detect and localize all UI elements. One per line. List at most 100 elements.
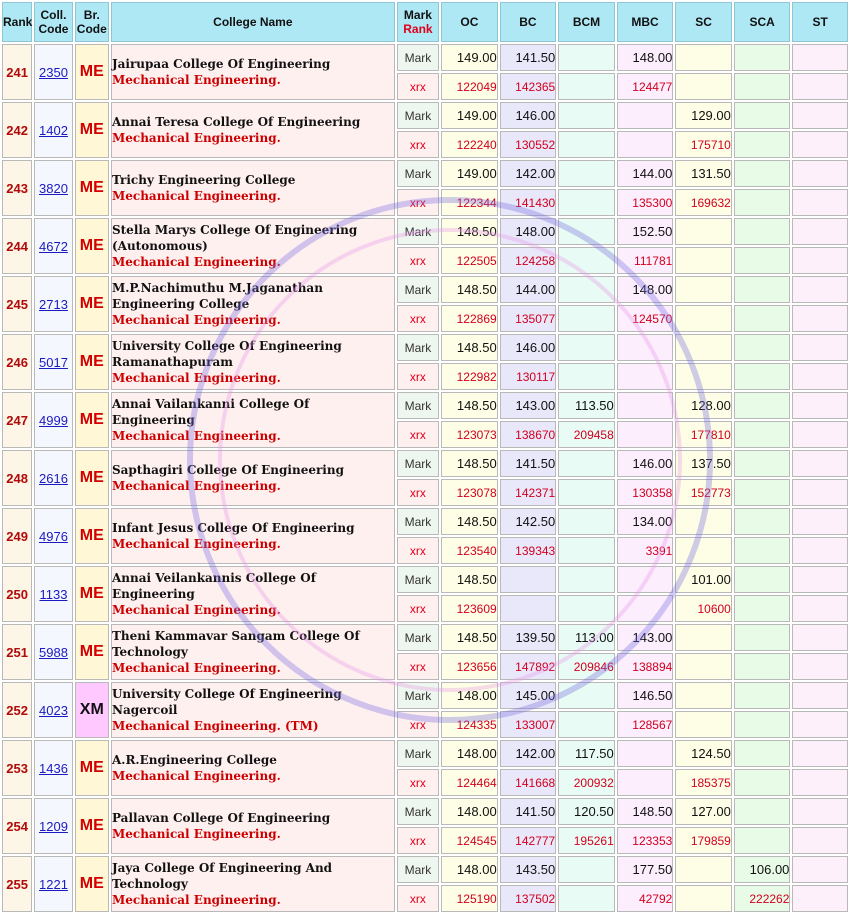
rank-oc: 124464 xyxy=(441,769,498,796)
mark-sc: 131.50 xyxy=(675,160,732,187)
college-code-link[interactable]: 5017 xyxy=(39,355,68,370)
mark-mbc: 148.00 xyxy=(616,44,674,71)
mark-st xyxy=(792,44,848,71)
rank-sc: 169632 xyxy=(675,189,732,216)
mark-oc: 148.50 xyxy=(441,276,498,303)
rank-sc: 152773 xyxy=(675,479,732,506)
mark-bc: 141.50 xyxy=(499,798,557,825)
college-code-cell: 1209 xyxy=(34,798,73,854)
rank-st xyxy=(792,711,848,738)
branch-name: Mechanical Engineering. xyxy=(111,603,281,617)
college-cell: Jaya College Of Engineering And Technolo… xyxy=(110,856,395,912)
table-row: 245 2713 ME M.P.Nachimuthu M.Jaganathan Eng… xyxy=(2,276,848,332)
mark-st xyxy=(792,740,848,767)
branch-code: ME xyxy=(74,566,109,622)
college-cell: Stella Marys College Of Engineering (Aut… xyxy=(110,218,395,274)
rank-sc xyxy=(675,73,732,100)
rank-bcm: 209458 xyxy=(558,421,615,448)
college-code-link[interactable]: 4999 xyxy=(39,413,68,428)
mark-sca xyxy=(733,740,791,767)
row-rank: 243 xyxy=(2,160,33,216)
mark-st xyxy=(792,508,848,535)
college-code-link[interactable]: 1221 xyxy=(39,877,68,892)
mark-sca xyxy=(733,334,791,361)
rank-mbc xyxy=(616,421,674,448)
mark-bc: 148.00 xyxy=(499,218,557,245)
row-label-rank: xrx xyxy=(396,827,440,854)
mark-oc: 149.00 xyxy=(441,160,498,187)
rank-st xyxy=(792,247,848,274)
rank-sca xyxy=(733,247,791,274)
rank-oc: 123656 xyxy=(441,653,498,680)
mark-bcm: 117.50 xyxy=(558,740,615,767)
header-sc: SC xyxy=(675,2,732,42)
row-label-rank: xrx xyxy=(396,653,440,680)
mark-st xyxy=(792,276,848,303)
rank-sc xyxy=(675,247,732,274)
mark-oc: 148.50 xyxy=(441,334,498,361)
branch-name: Mechanical Engineering. xyxy=(111,537,281,551)
row-rank: 249 xyxy=(2,508,33,564)
row-label-mark: Mark xyxy=(396,334,440,361)
college-code-cell: 4023 xyxy=(34,682,73,738)
rank-sc: 177810 xyxy=(675,421,732,448)
row-label-mark: Mark xyxy=(396,508,440,535)
row-label-rank: xrx xyxy=(396,131,440,158)
college-code-link[interactable]: 2350 xyxy=(39,65,68,80)
rank-bcm xyxy=(558,885,615,912)
row-rank: 248 xyxy=(2,450,33,506)
mark-st xyxy=(792,566,848,593)
branch-name: Mechanical Engineering. xyxy=(111,827,281,841)
mark-bc: 139.50 xyxy=(499,624,557,651)
college-name: Trichy Engineering College xyxy=(111,173,296,187)
rank-sca xyxy=(733,653,791,680)
rank-st xyxy=(792,305,848,332)
college-code-link[interactable]: 2616 xyxy=(39,471,68,486)
rank-bcm xyxy=(558,363,615,390)
row-label-mark: Mark xyxy=(396,102,440,129)
rank-oc: 123609 xyxy=(441,595,498,622)
rank-oc: 122240 xyxy=(441,131,498,158)
mark-sc xyxy=(675,682,732,709)
rank-mbc: 124570 xyxy=(616,305,674,332)
college-cell: Sapthagiri College Of Engineering Mechani… xyxy=(110,450,395,506)
college-name: Sapthagiri College Of Engineering xyxy=(111,463,344,477)
mark-oc: 149.00 xyxy=(441,102,498,129)
college-cell: Annai Veilankannis College Of Engineerin… xyxy=(110,566,395,622)
college-name: Jairupaa College Of Engineering xyxy=(111,57,331,71)
college-name: University College Of Engineering Ramana… xyxy=(111,339,342,369)
college-code-link[interactable]: 4672 xyxy=(39,239,68,254)
college-code-link[interactable]: 1209 xyxy=(39,819,68,834)
college-code-link[interactable]: 5988 xyxy=(39,645,68,660)
college-code-link[interactable]: 1436 xyxy=(39,761,68,776)
college-cell: Trichy Engineering College Mechanical Eng… xyxy=(110,160,395,216)
row-label-mark: Mark xyxy=(396,44,440,71)
college-code-link[interactable]: 2713 xyxy=(39,297,68,312)
mark-bcm xyxy=(558,856,615,883)
rank-mbc: 128567 xyxy=(616,711,674,738)
mark-mbc: 144.00 xyxy=(616,160,674,187)
rank-sc: 179859 xyxy=(675,827,732,854)
mark-bcm xyxy=(558,102,615,129)
mark-bcm xyxy=(558,44,615,71)
rank-mbc: 3391 xyxy=(616,537,674,564)
rank-mbc: 123353 xyxy=(616,827,674,854)
mark-oc: 148.50 xyxy=(441,392,498,419)
college-code-link[interactable]: 4023 xyxy=(39,703,68,718)
rank-sca xyxy=(733,769,791,796)
college-cell: Annai Teresa College Of Engineering Mecha… xyxy=(110,102,395,158)
mark-oc: 148.00 xyxy=(441,740,498,767)
mark-mbc: 148.00 xyxy=(616,276,674,303)
row-label-mark: Mark xyxy=(396,798,440,825)
branch-name: Mechanical Engineering. xyxy=(111,429,281,443)
college-code-link[interactable]: 3820 xyxy=(39,181,68,196)
mark-st xyxy=(792,160,848,187)
college-code-link[interactable]: 4976 xyxy=(39,529,68,544)
mark-bcm: 120.50 xyxy=(558,798,615,825)
rank-bcm xyxy=(558,595,615,622)
rank-bcm xyxy=(558,711,615,738)
rank-sca xyxy=(733,305,791,332)
mark-mbc xyxy=(616,566,674,593)
college-code-link[interactable]: 1402 xyxy=(39,123,68,138)
college-code-link[interactable]: 1133 xyxy=(39,587,67,602)
